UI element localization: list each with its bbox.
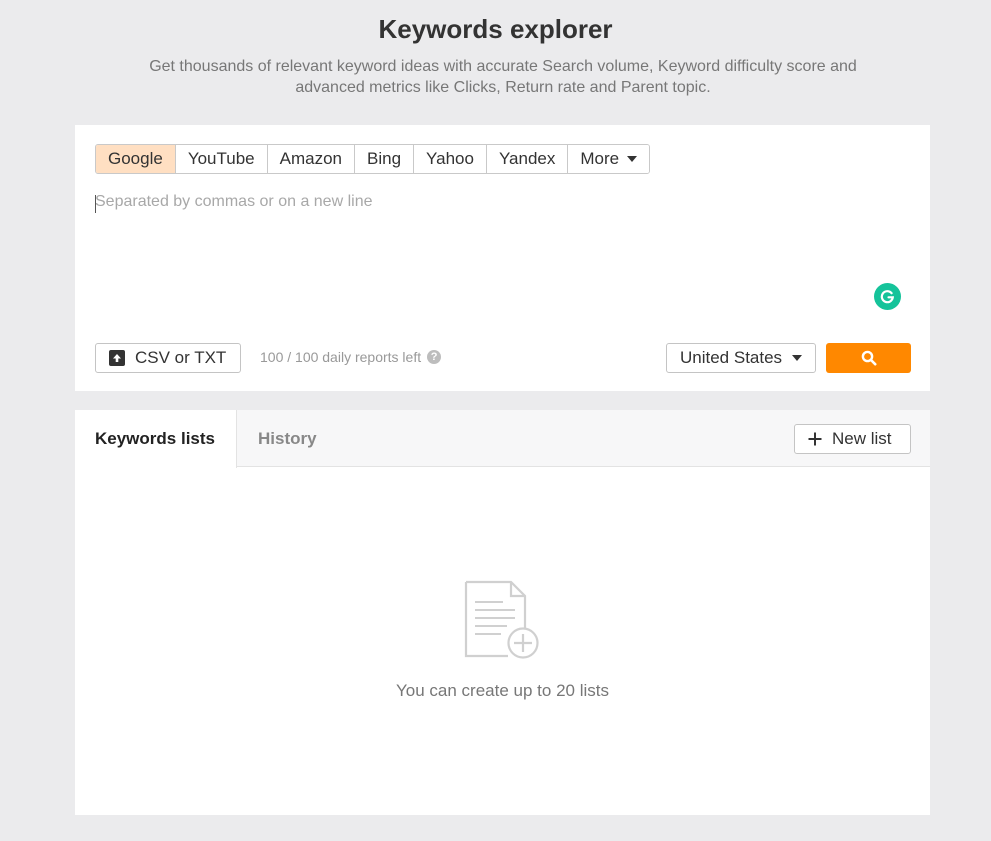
engine-tab-more[interactable]: More — [567, 145, 650, 173]
lists-tabs-bar: Keywords lists History New list — [75, 410, 930, 468]
search-engine-tabs: Google YouTube Amazon Bing Yahoo Yandex … — [95, 144, 651, 174]
tab-history[interactable]: History — [258, 410, 317, 468]
engine-tab-amazon[interactable]: Amazon — [266, 145, 355, 173]
tab-keywords-lists[interactable]: Keywords lists — [75, 410, 237, 468]
new-list-label: New list — [832, 429, 892, 448]
engine-tab-youtube[interactable]: YouTube — [174, 145, 267, 173]
country-select[interactable]: United States — [666, 343, 816, 373]
engine-tab-yandex[interactable]: Yandex — [485, 145, 568, 173]
more-label: More — [580, 149, 620, 168]
upload-label: CSV or TXT — [135, 348, 227, 367]
search-icon — [861, 350, 876, 366]
text-cursor — [95, 195, 96, 213]
document-add-icon — [464, 580, 539, 659]
grammarly-icon[interactable] — [874, 283, 901, 310]
country-label: United States — [680, 348, 783, 367]
caret-down-icon — [792, 355, 803, 361]
reports-left-text: 100 / 100 daily reports left — [260, 349, 422, 365]
keyword-input[interactable] — [95, 193, 910, 333]
reports-left-info: 100 / 100 daily reports left ? — [260, 349, 442, 365]
keyword-lists-card: Keywords lists History New list You can … — [75, 410, 930, 815]
search-card: Google YouTube Amazon Bing Yahoo Yandex … — [75, 125, 930, 391]
caret-down-icon — [627, 156, 638, 162]
plus-icon — [808, 432, 822, 446]
engine-tab-google[interactable]: Google — [96, 145, 175, 173]
engine-tab-bing[interactable]: Bing — [354, 145, 414, 173]
page-title: Keywords explorer — [378, 14, 613, 44]
upload-icon — [109, 350, 125, 366]
upload-csv-button[interactable]: CSV or TXT — [95, 343, 241, 373]
page-subtitle: Get thousands of relevant keyword ideas … — [149, 58, 857, 96]
empty-lists-message: You can create up to 20 lists — [396, 681, 609, 700]
help-icon[interactable]: ? — [427, 350, 442, 364]
new-list-button[interactable]: New list — [794, 424, 911, 454]
engine-tab-yahoo[interactable]: Yahoo — [413, 145, 486, 173]
search-button[interactable] — [826, 343, 911, 373]
